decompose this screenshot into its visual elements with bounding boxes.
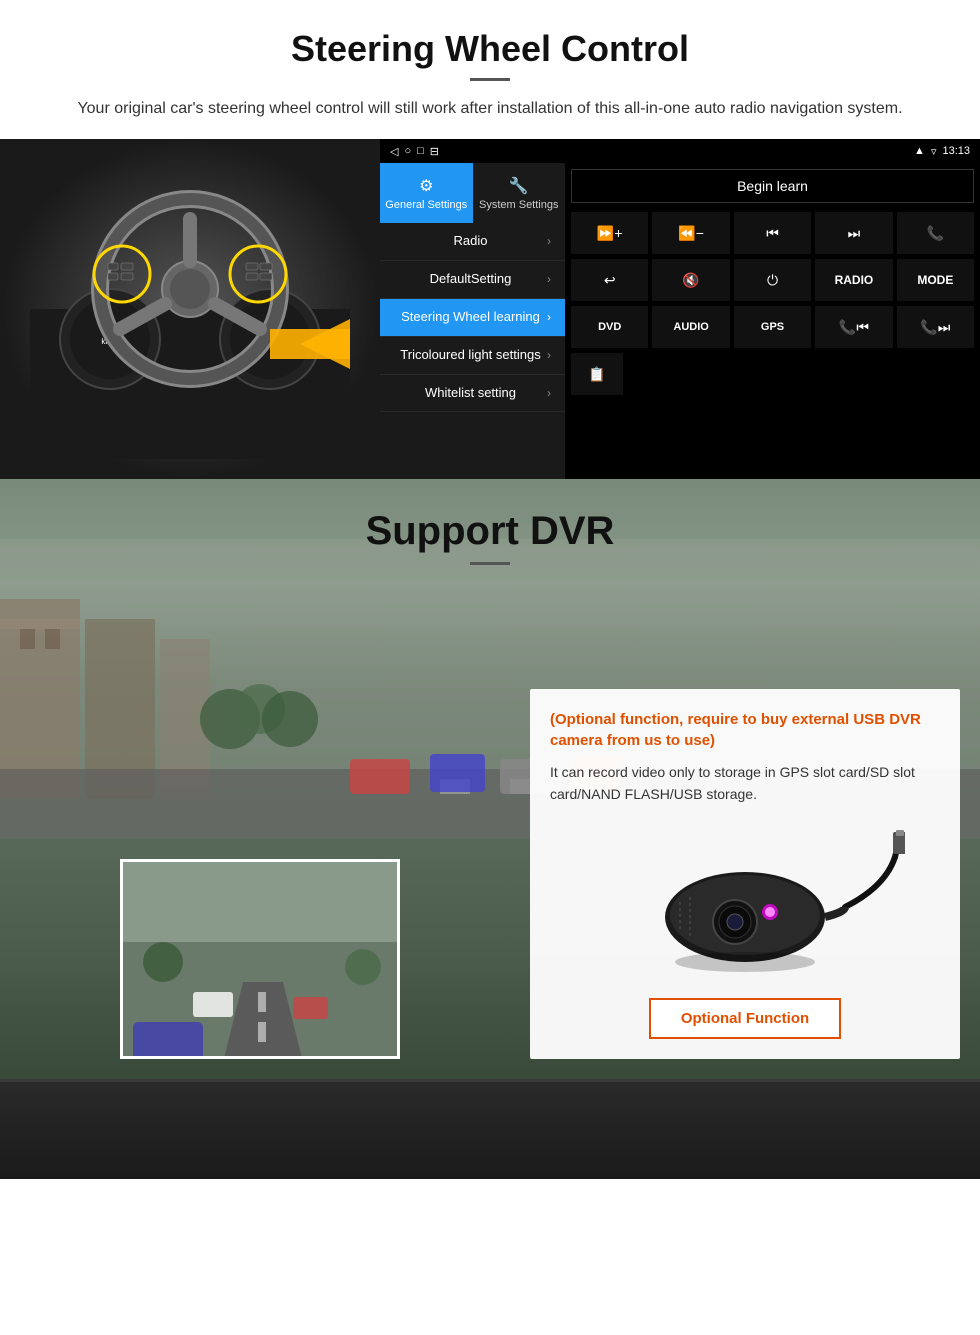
steering-section: Steering Wheel Control Your original car… — [0, 0, 980, 121]
dvr-title: Support DVR — [0, 509, 980, 554]
phone-next-button[interactable]: 📞⏭ — [897, 306, 974, 348]
menu-item-radio[interactable]: Radio › — [380, 223, 565, 261]
control-row-2: ↩ 🔇 ⏻ RADIO MODE — [571, 259, 974, 301]
begin-learn-row: Begin learn — [571, 169, 974, 203]
gear-icon: ⚙ — [419, 176, 433, 196]
dvr-camera-image — [550, 822, 940, 982]
dvr-preview-svg — [123, 862, 400, 1059]
title-divider — [470, 78, 510, 81]
mute-button[interactable]: 🔇 — [652, 259, 729, 301]
nav-menu-icon: ⊟ — [430, 145, 439, 158]
dvr-description: It can record video only to storage in G… — [550, 761, 940, 806]
chevron-right-icon-4: › — [547, 348, 551, 362]
nav-square-icon: □ — [417, 145, 424, 157]
tab-header: ⚙ General Settings 🔧 System Settings — [380, 163, 565, 223]
prev-button[interactable]: ⏮ — [734, 212, 811, 254]
tab-general-settings[interactable]: ⚙ General Settings — [380, 163, 473, 223]
menu-item-default[interactable]: DefaultSetting › — [380, 261, 565, 299]
dvr-title-overlay: Support DVR — [0, 479, 980, 565]
status-time: 13:13 — [942, 145, 970, 157]
menu-item-steering-label: Steering Wheel learning — [394, 309, 547, 326]
signal-icon: ▲ — [914, 145, 925, 157]
tab-system-label: System Settings — [479, 199, 558, 211]
tab-system-settings[interactable]: 🔧 System Settings — [473, 163, 566, 223]
radio-button[interactable]: RADIO — [815, 259, 892, 301]
vol-up-button[interactable]: ⏩+ — [571, 212, 648, 254]
menu-item-default-label: DefaultSetting — [394, 271, 547, 288]
dvr-info-card: (Optional function, require to buy exter… — [530, 689, 960, 1059]
android-content: ⚙ General Settings 🔧 System Settings Rad… — [380, 163, 980, 479]
dvd-button[interactable]: DVD — [571, 306, 648, 348]
steering-photo-bg: km/h — [0, 139, 380, 479]
wifi-icon: ▿ — [931, 145, 937, 158]
dvr-preview-inner — [123, 862, 397, 1056]
power-button[interactable]: ⏻ — [734, 259, 811, 301]
audio-button[interactable]: AUDIO — [652, 306, 729, 348]
mode-button[interactable]: MODE — [897, 259, 974, 301]
back-button[interactable]: ↩ — [571, 259, 648, 301]
nav-home-icon: ○ — [404, 145, 411, 157]
optional-function-button[interactable]: Optional Function — [649, 998, 841, 1039]
chevron-right-icon-5: › — [547, 386, 551, 400]
steering-wheel-svg: km/h — [30, 159, 350, 459]
chevron-right-icon-2: › — [547, 272, 551, 286]
chevron-right-icon: › — [547, 234, 551, 248]
steering-title: Steering Wheel Control — [40, 28, 940, 70]
menu-items: Radio › DefaultSetting › Steering Wheel … — [380, 223, 565, 479]
menu-item-tricolour[interactable]: Tricoloured light settings › — [380, 337, 565, 375]
dvr-camera-svg — [585, 827, 905, 977]
menu-item-whitelist[interactable]: Whitelist setting › — [380, 375, 565, 413]
dvr-background: Support DVR — [0, 479, 980, 1179]
status-bar: ◁ ○ □ ⊟ ▲ ▿ 13:13 — [380, 139, 980, 163]
android-panel: ◁ ○ □ ⊟ ▲ ▿ 13:13 ⚙ General Settings 🔧 — [380, 139, 980, 479]
phone-prev-button[interactable]: 📞⏮ — [815, 306, 892, 348]
menu-item-tricolour-label: Tricoloured light settings — [394, 347, 547, 364]
dvr-preview-box — [120, 859, 400, 1059]
left-menu: ⚙ General Settings 🔧 System Settings Rad… — [380, 163, 565, 479]
begin-learn-button[interactable]: Begin learn — [571, 169, 974, 203]
extra-button[interactable]: 📋 — [571, 353, 623, 395]
gps-button[interactable]: GPS — [734, 306, 811, 348]
steering-description: Your original car's steering wheel contr… — [70, 97, 910, 121]
menu-item-radio-label: Radio — [394, 233, 547, 250]
next-button[interactable]: ⏭ — [815, 212, 892, 254]
steering-demo: km/h — [0, 139, 980, 479]
vol-down-button[interactable]: ⏪− — [652, 212, 729, 254]
nav-back-icon: ◁ — [390, 145, 398, 158]
control-row-3: DVD AUDIO GPS 📞⏮ 📞⏭ — [571, 306, 974, 348]
steering-photo: km/h — [0, 139, 380, 479]
tab-general-label: General Settings — [385, 199, 467, 211]
car-dashboard — [0, 1079, 980, 1179]
phone-button[interactable]: 📞 — [897, 212, 974, 254]
control-row-1: ⏩+ ⏪− ⏮ ⏭ 📞 — [571, 212, 974, 254]
dvr-divider — [470, 562, 510, 565]
menu-item-steering[interactable]: Steering Wheel learning › — [380, 299, 565, 337]
control-row-4: 📋 — [571, 353, 974, 395]
system-icon: 🔧 — [509, 176, 529, 196]
menu-item-whitelist-label: Whitelist setting — [394, 385, 547, 402]
optional-text: (Optional function, require to buy exter… — [550, 709, 940, 751]
dvr-section: Support DVR — [0, 479, 980, 1179]
chevron-right-icon-3: › — [547, 310, 551, 324]
right-controls: Begin learn ⏩+ ⏪− ⏮ ⏭ 📞 ↩ 🔇 ⏻ RADIO MODE — [565, 163, 980, 479]
